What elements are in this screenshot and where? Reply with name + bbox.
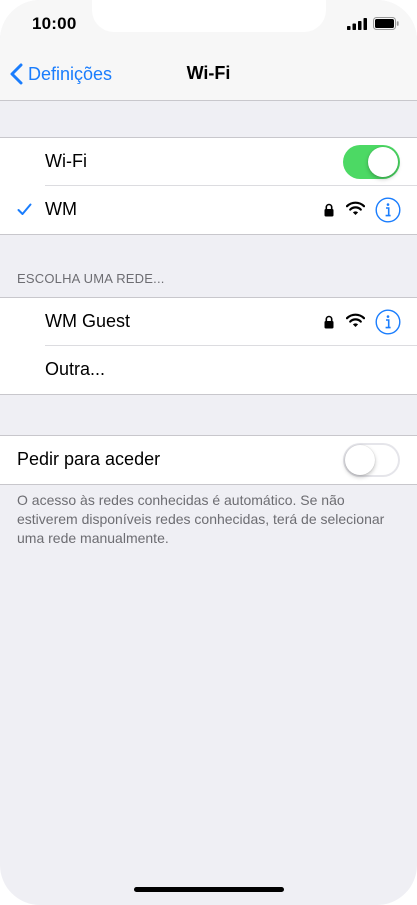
info-icon[interactable] (375, 309, 401, 335)
wifi-toggle[interactable] (343, 145, 400, 179)
toggle-knob (345, 445, 375, 475)
ask-to-join-footer: O acesso às redes conhecidas é automátic… (17, 492, 385, 546)
connected-network-name: WM (45, 199, 77, 219)
other-network-label: Outra... (45, 359, 106, 379)
lock-icon (324, 315, 334, 329)
connected-network-row[interactable]: WM (0, 186, 417, 234)
cellular-signal-icon (347, 18, 367, 30)
status-time: 10:00 (32, 14, 77, 33)
battery-icon (373, 17, 399, 30)
ask-to-join-label: Pedir para aceder (17, 449, 161, 469)
checkmark-icon (17, 203, 32, 215)
network-row-wm-guest[interactable]: WM Guest (0, 298, 417, 346)
network-row-other[interactable]: Outra... (0, 346, 417, 394)
info-icon[interactable] (375, 197, 401, 223)
status-bar: 10:00 (0, 0, 417, 48)
lock-icon (324, 203, 334, 217)
wifi-toggle-row: Wi-Fi (0, 138, 417, 186)
wifi-label: Wi-Fi (45, 151, 87, 171)
wifi-signal-icon (346, 313, 365, 327)
home-indicator[interactable] (134, 887, 284, 892)
ask-to-join-toggle[interactable] (343, 443, 400, 477)
wifi-settings-group: Wi-Fi WM (0, 137, 417, 235)
ask-to-join-group: Pedir para aceder (0, 435, 417, 485)
network-name: WM Guest (45, 311, 131, 331)
networks-group: WM Guest Outra... (0, 297, 417, 395)
toggle-knob (368, 147, 398, 177)
page-title: Wi-Fi (186, 63, 231, 83)
networks-section-header: ESCOLHA UMA REDE... (17, 271, 165, 286)
ask-to-join-row: Pedir para aceder (0, 436, 417, 484)
phone-screen: 10:00 Definições Wi-Fi Wi-Fi WM ESCOLHA … (0, 0, 417, 905)
wifi-signal-icon (346, 201, 365, 215)
device-notch (92, 0, 326, 32)
navigation-bar: Definições Wi-Fi (0, 48, 417, 101)
